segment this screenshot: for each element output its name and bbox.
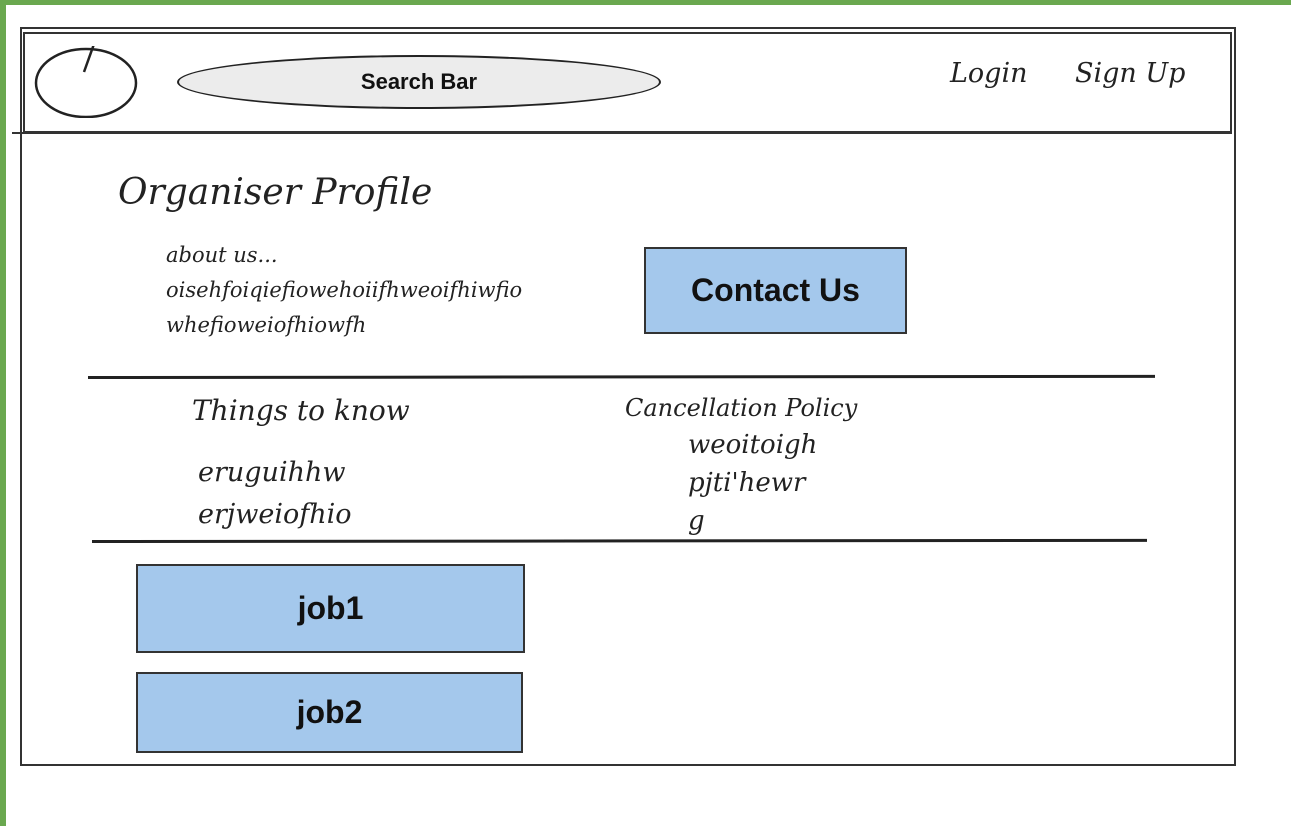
job-1-button[interactable]: job1 xyxy=(136,564,525,653)
list-item: erjweiofhio xyxy=(198,499,352,530)
list-item: g xyxy=(688,506,705,536)
things-to-know-heading: Things to know xyxy=(192,394,410,427)
list-item: eruguihhw xyxy=(198,457,346,488)
about-us-text: about us... oisehfoiqiefiowehoiifhweoifh… xyxy=(166,238,522,343)
page-title: Organiser Profile xyxy=(118,172,433,213)
login-link[interactable]: Login xyxy=(950,58,1028,89)
contact-us-label: Contact Us xyxy=(691,272,860,308)
list-item: weoitoigh xyxy=(688,430,818,460)
green-border-top xyxy=(0,0,1291,5)
about-line: whefioweiofhiowfh xyxy=(166,313,367,337)
search-bar-label: Search Bar xyxy=(360,69,478,94)
header-divider xyxy=(12,132,1232,134)
logo-circle-icon[interactable] xyxy=(34,46,138,118)
contact-us-button[interactable]: Contact Us xyxy=(644,247,907,334)
cancellation-policy-heading: Cancellation Policy xyxy=(625,394,858,422)
green-border-left xyxy=(0,0,6,826)
about-line: about us... xyxy=(166,243,278,267)
signup-link[interactable]: Sign Up xyxy=(1075,58,1185,89)
job-label: job1 xyxy=(297,590,364,626)
things-to-know-list: eruguihhw erjweiofhio xyxy=(198,452,352,536)
job-label: job2 xyxy=(296,694,363,730)
cancellation-policy-list: weoitoigh pjti'hewr g xyxy=(688,426,817,540)
list-item: pjti'hewr xyxy=(688,468,806,498)
search-bar[interactable]: Search Bar xyxy=(177,55,661,109)
job-2-button[interactable]: job2 xyxy=(136,672,523,753)
about-line: oisehfoiqiefiowehoiifhweoifhiwfio xyxy=(166,278,523,302)
